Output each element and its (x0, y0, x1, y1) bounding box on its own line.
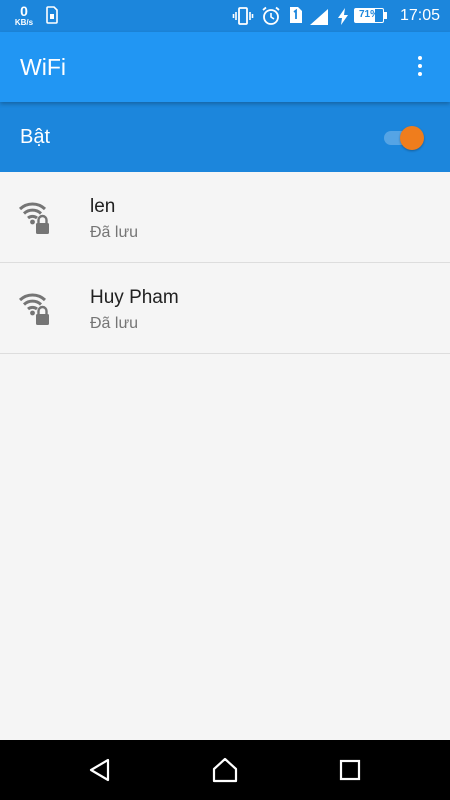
charging-icon (337, 8, 349, 30)
network-item[interactable]: Huy Pham Đã lưu (0, 263, 450, 354)
sim-1-icon (289, 7, 302, 28)
signal-icon (309, 8, 329, 31)
network-speed-value: 0 (20, 3, 28, 19)
battery-tip (384, 12, 387, 19)
home-icon[interactable] (211, 756, 239, 784)
alarm-icon (261, 6, 281, 31)
switch-thumb[interactable] (400, 126, 424, 150)
app-bar: WiFi (0, 32, 450, 102)
wifi-settings-screen: 0 KB/s 71% 17:05 WiFi Bật len Đã lưu Huy… (0, 0, 450, 800)
sim-card-icon (46, 6, 58, 29)
more-vert-icon[interactable] (408, 54, 432, 82)
status-bar: 0 KB/s 71% 17:05 (0, 0, 450, 32)
status-clock: 17:05 (399, 7, 440, 24)
network-name: len (90, 196, 116, 217)
network-list: len Đã lưu Huy Pham Đã lưu (0, 172, 450, 354)
wifi-lock-icon (18, 291, 54, 327)
wifi-toggle-row[interactable]: Bật (0, 102, 450, 172)
battery-icon: 71% (354, 8, 384, 23)
network-status: Đã lưu (90, 224, 139, 241)
network-status: Đã lưu (90, 315, 139, 332)
navigation-bar (0, 740, 450, 800)
battery-percent: 71% (358, 9, 379, 20)
network-name: Huy Pham (90, 287, 179, 308)
wifi-toggle-label: Bật (20, 126, 51, 148)
page-title: WiFi (20, 54, 66, 80)
wifi-switch[interactable] (382, 124, 428, 152)
vibrate-icon (232, 6, 254, 31)
network-speed-unit: KB/s (14, 18, 34, 27)
back-icon[interactable] (86, 756, 114, 784)
wifi-lock-icon (18, 200, 54, 236)
network-speed-indicator: 0 KB/s (10, 4, 38, 27)
network-item[interactable]: len Đã lưu (0, 172, 450, 263)
recents-icon[interactable] (336, 756, 364, 784)
